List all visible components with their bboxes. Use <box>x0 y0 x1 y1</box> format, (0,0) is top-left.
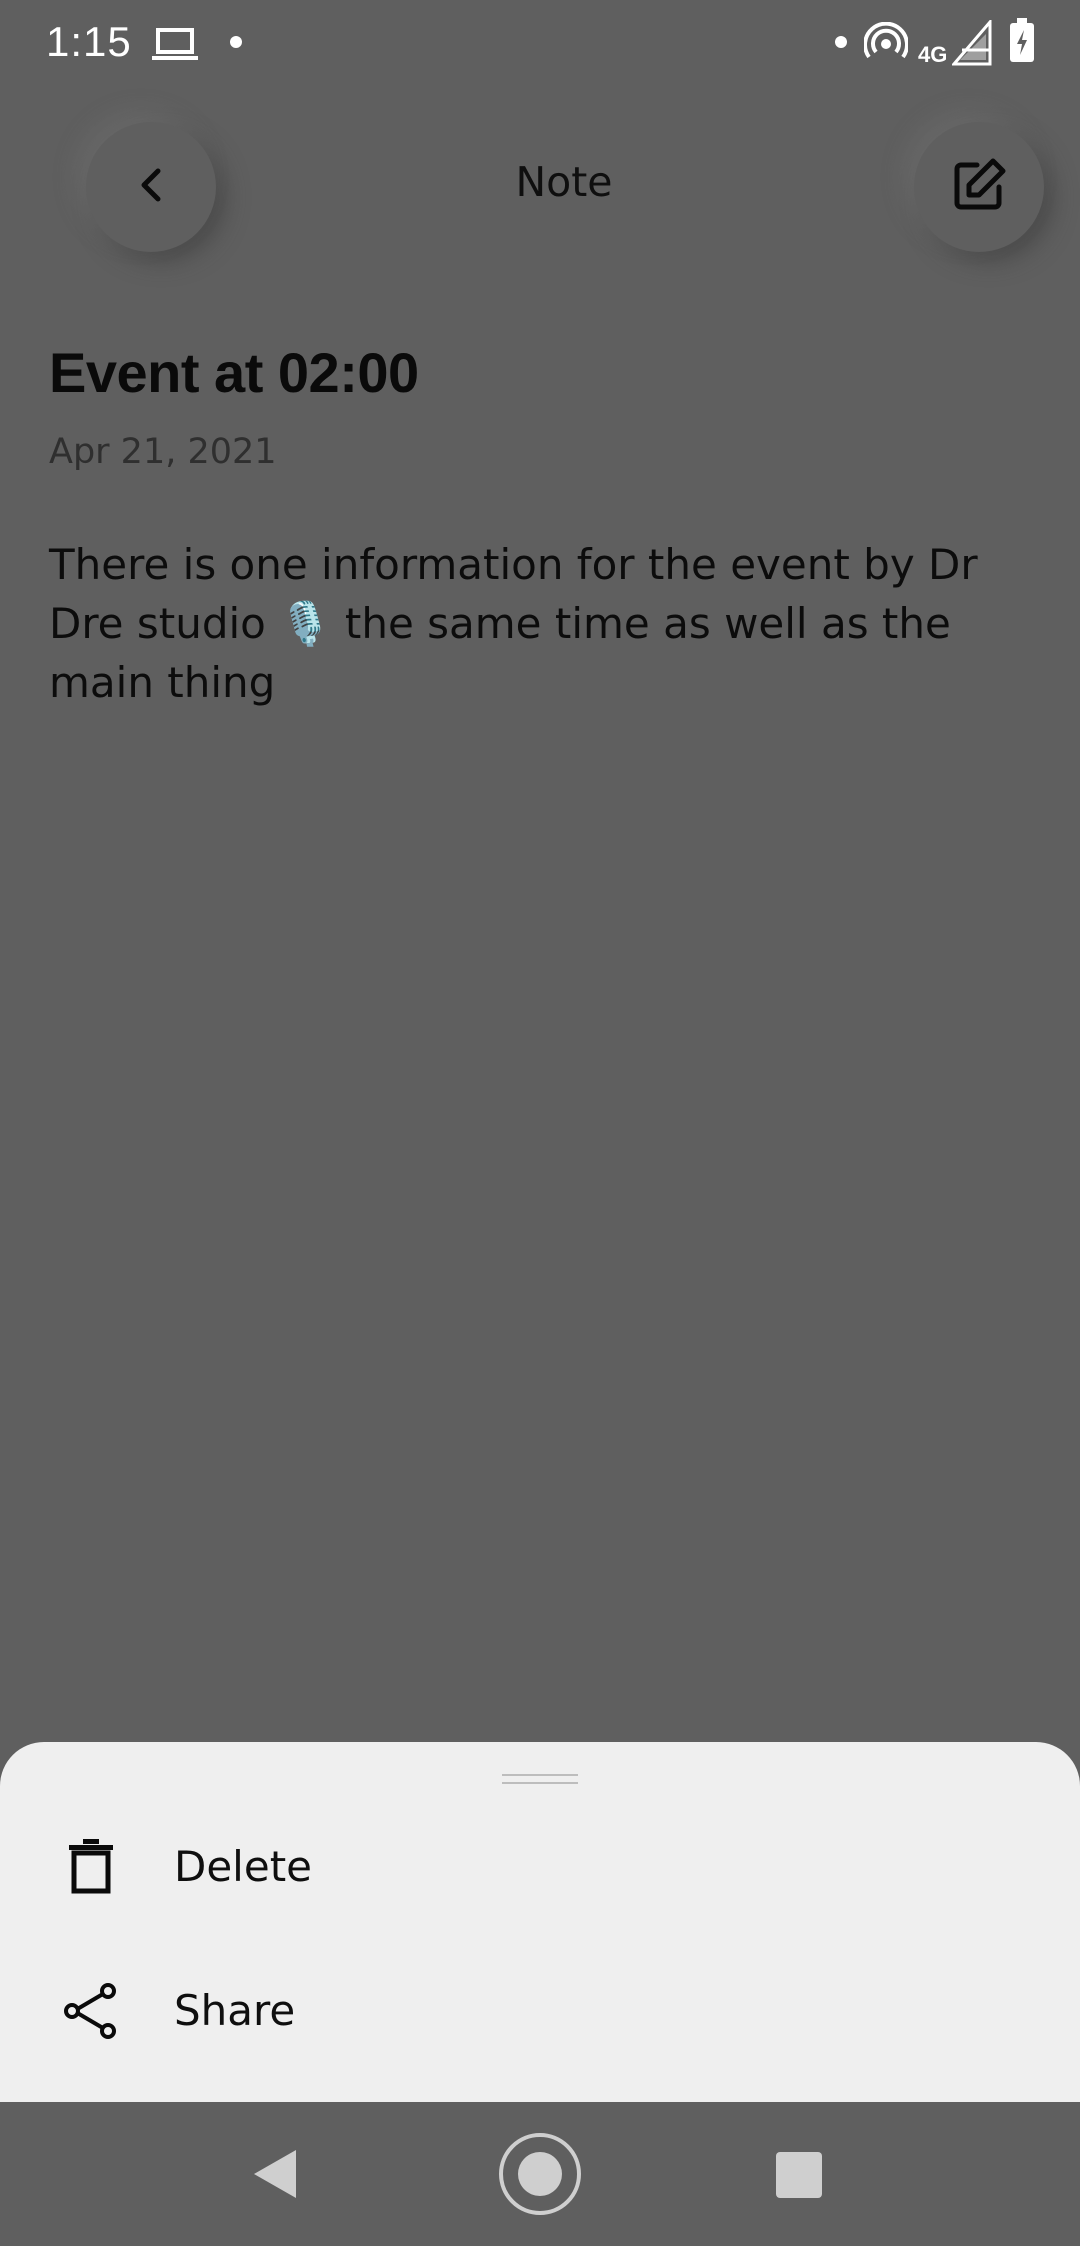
notification-dot-icon <box>230 36 242 48</box>
delete-menu-item[interactable]: Delete <box>0 1798 1080 1928</box>
home-circle-icon[interactable] <box>498 2132 582 2220</box>
back-triangle-icon[interactable] <box>252 2148 298 2204</box>
hotspot-icon <box>863 21 909 66</box>
status-dot-icon <box>835 36 847 48</box>
app-bar: Note <box>0 110 1080 260</box>
signal-icon <box>950 17 992 70</box>
laptop-icon <box>152 28 198 66</box>
note-title: Event at 02:00 <box>49 341 419 404</box>
drag-handle[interactable] <box>502 1774 578 1784</box>
note-body: There is one information for the event b… <box>49 540 978 707</box>
battery-charging-icon <box>1008 18 1036 68</box>
edit-icon <box>949 155 1009 219</box>
network-type-label: 4G <box>918 42 948 67</box>
share-menu-item[interactable]: Share <box>0 1942 1080 2072</box>
note-date: Apr 21, 2021 <box>49 432 277 472</box>
share-label: Share <box>174 1986 296 2035</box>
status-time: 1:15 <box>46 18 132 65</box>
recents-square-icon[interactable] <box>776 2152 822 2198</box>
status-bar: 1:15 4G <box>0 0 1080 90</box>
system-nav-bar <box>0 2102 1080 2246</box>
edit-button[interactable] <box>914 122 1044 252</box>
delete-label: Delete <box>174 1842 312 1891</box>
share-icon <box>56 1976 126 2046</box>
trash-icon <box>56 1832 126 1902</box>
